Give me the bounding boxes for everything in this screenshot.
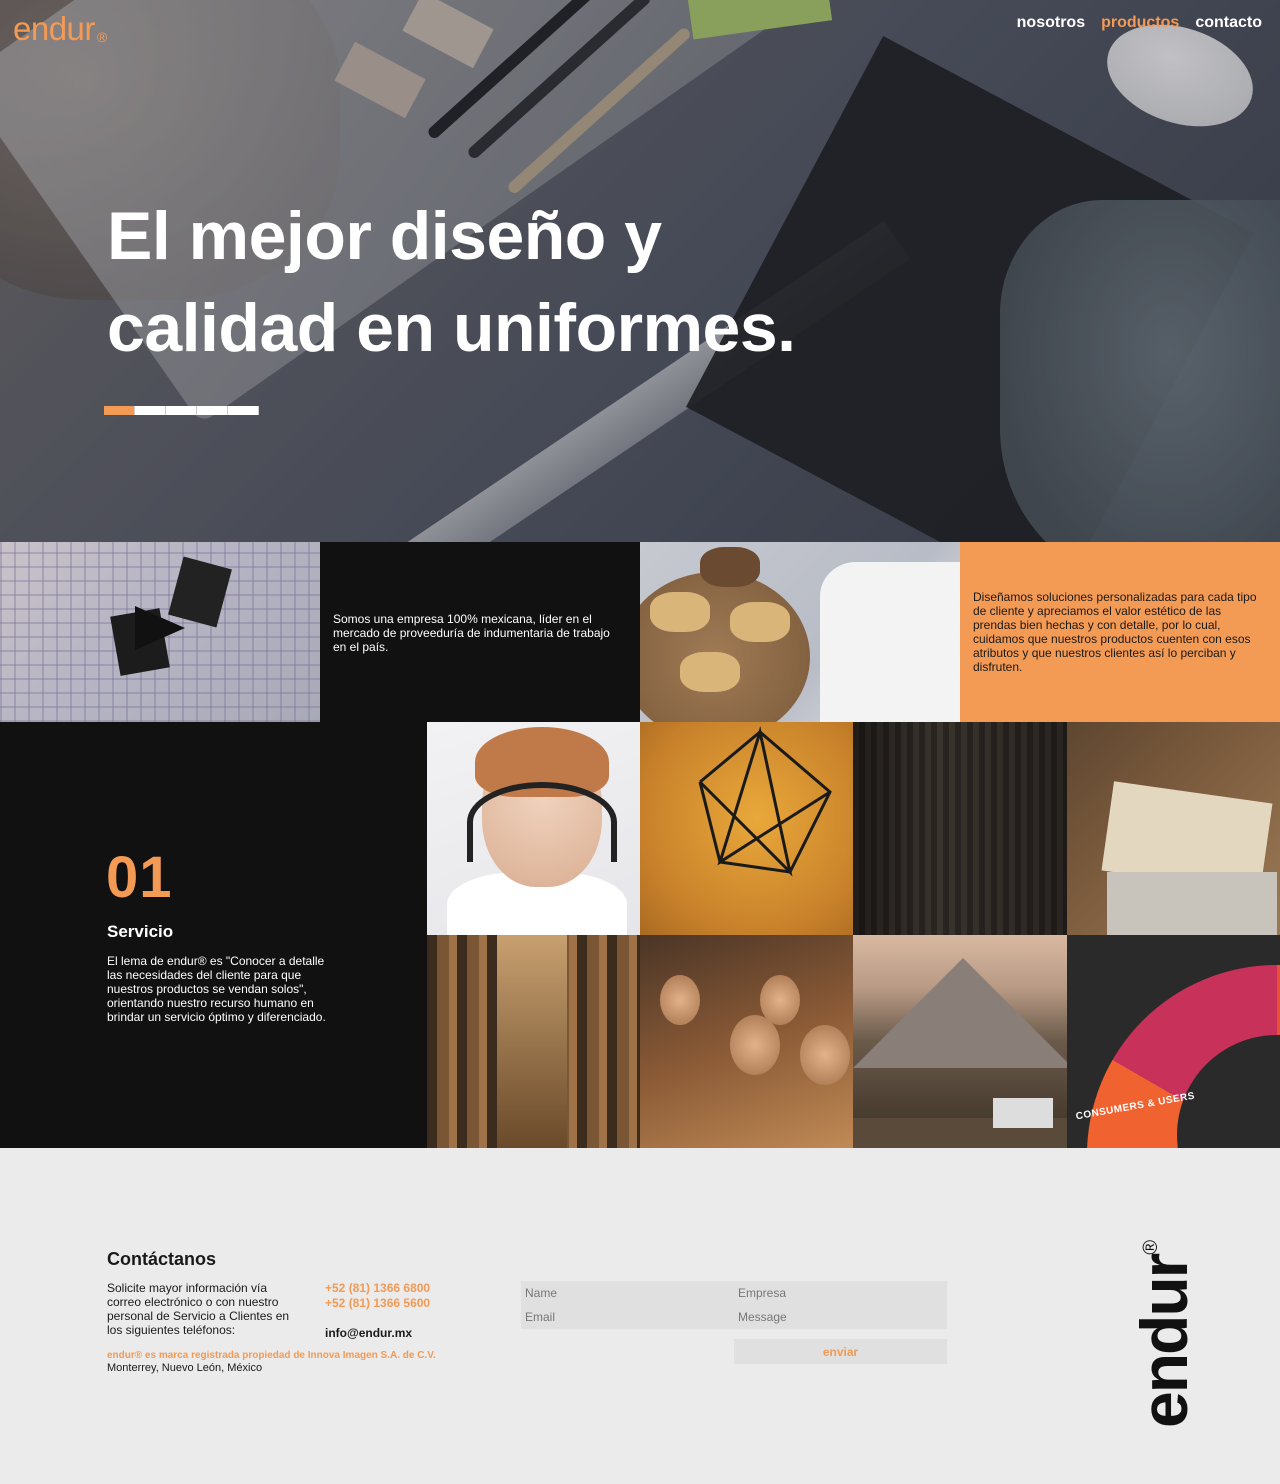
photo-shape-person (800, 1025, 850, 1085)
product-bg-shirt (820, 562, 960, 722)
slider-dot-1[interactable] (104, 406, 135, 415)
warehouse-image (427, 935, 640, 1148)
service-title: Servicio (107, 922, 174, 941)
photo-shape-person (660, 975, 700, 1025)
slider-dot-5[interactable] (228, 406, 259, 415)
contact-footer: Contáctanos Solicite mayor información v… (0, 1148, 1280, 1484)
product-image (640, 542, 960, 722)
photo-shape-laptop (1107, 872, 1277, 935)
design-work-image (1067, 722, 1280, 935)
phone-link[interactable]: +52 (81) 1366 5600 (325, 1296, 430, 1311)
product-bg-bread (680, 652, 740, 692)
email-link[interactable]: info@endur.mx (325, 1326, 412, 1340)
video-tile[interactable] (0, 542, 320, 722)
name-field[interactable] (521, 1282, 726, 1304)
vertical-logo-text: endur (1127, 1254, 1201, 1428)
slider-dot-4[interactable] (197, 406, 228, 415)
image-grid: CONSUMERS & USERS (427, 722, 1280, 1148)
play-icon[interactable] (135, 606, 185, 650)
email-field[interactable] (521, 1306, 726, 1328)
send-button[interactable]: enviar (734, 1339, 947, 1364)
vertical-logo: endur® (1060, 1218, 1270, 1438)
photo-shape-headset (467, 782, 617, 862)
hero-title: El mejor diseño y calidad en uniformes. (107, 190, 967, 374)
company-intro-text: Somos una empresa 100% mexicana, líder e… (320, 542, 640, 722)
location-text: Monterrey, Nuevo León, México (107, 1362, 263, 1374)
contact-description: Solicite mayor información vía correo el… (107, 1281, 290, 1337)
team-meeting-image (640, 935, 853, 1148)
product-bg-bread (650, 592, 710, 632)
hero-title-line1: El mejor diseño y (107, 198, 662, 274)
vertical-logo-mark: ® (1140, 1241, 1162, 1255)
geometric-decor-image (640, 722, 853, 935)
wire-frame (698, 726, 831, 877)
slider-indicators (104, 406, 259, 415)
message-field[interactable] (734, 1306, 939, 1328)
contact-title: Contáctanos (107, 1249, 217, 1269)
photo-shape-person (730, 1015, 780, 1075)
hero-title-line2: calidad en uniformes. (107, 290, 796, 366)
consumers-chart-image: CONSUMERS & USERS (1067, 935, 1280, 1148)
service-section: 01 Servicio El lema de endur® es "Conoce… (0, 722, 1280, 1148)
nav-item-productos[interactable]: productos (1101, 14, 1179, 32)
slider-dot-2[interactable] (135, 406, 166, 415)
nav-item-contacto[interactable]: contacto (1195, 14, 1262, 32)
nav-item-nosotros[interactable]: nosotros (1017, 14, 1085, 32)
contact-form (521, 1281, 947, 1329)
solutions-text: Diseñamos soluciones personalizadas para… (960, 542, 1280, 722)
trademark-text: endur® es marca registrada propiedad de … (107, 1350, 436, 1361)
contact-phones: +52 (81) 1366 6800 +52 (81) 1366 5600 (325, 1281, 430, 1311)
slider-dot-3[interactable] (166, 406, 197, 415)
fabric-texture-image (853, 722, 1067, 935)
customer-service-image (427, 722, 640, 935)
logo-mark: ® (96, 29, 107, 45)
photo-shape-mountain (853, 958, 1067, 1068)
truck-icon (993, 1098, 1053, 1128)
intro-row: Somos una empresa 100% mexicana, líder e… (0, 542, 1280, 722)
product-bg-bread (700, 547, 760, 587)
logo-text: endur (13, 10, 95, 47)
hero-banner: endur ® nosotros productos contacto El me… (0, 0, 1280, 542)
service-number: 01 (106, 845, 173, 910)
logistics-image (853, 935, 1067, 1148)
main-nav: nosotros productos contacto (1017, 14, 1262, 32)
company-field[interactable] (734, 1282, 939, 1304)
service-description: El lema de endur® es "Conocer a detalle … (107, 954, 326, 1024)
site-logo[interactable]: endur ® (13, 10, 107, 48)
vertical-logo-wordmark: endur® (1126, 1242, 1202, 1428)
wire-shape-icon (698, 726, 832, 877)
phone-link[interactable]: +52 (81) 1366 6800 (325, 1281, 430, 1296)
product-bg-bread (730, 602, 790, 642)
